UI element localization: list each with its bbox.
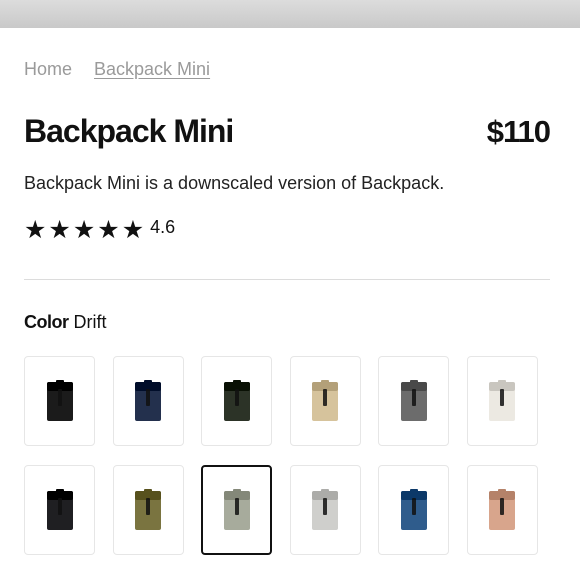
rating-value: 4.6	[150, 217, 176, 237]
star-icon: ★	[48, 216, 71, 244]
star-icon: ★	[97, 216, 120, 244]
color-swatch[interactable]	[289, 465, 361, 555]
color-swatch[interactable]	[112, 356, 184, 446]
title-row: Backpack Mini $110	[24, 113, 551, 150]
color-label: Color	[24, 312, 69, 332]
star-icon: ★	[72, 216, 96, 244]
backpack-icon	[135, 380, 162, 421]
color-swatch[interactable]	[466, 356, 538, 446]
color-swatch[interactable]	[289, 356, 361, 446]
product-title: Backpack Mini	[24, 113, 234, 149]
color-swatch[interactable]	[24, 356, 95, 446]
backpack-icon	[400, 489, 427, 530]
color-swatch[interactable]	[466, 465, 538, 555]
color-swatch[interactable]	[378, 356, 450, 446]
color-swatch[interactable]	[201, 356, 273, 446]
color-swatch-grid	[24, 356, 538, 555]
color-swatch[interactable]	[24, 465, 95, 555]
backpack-icon	[312, 380, 339, 421]
backpack-icon	[46, 489, 73, 530]
product-price: $110	[486, 113, 551, 149]
backpack-icon	[489, 489, 516, 530]
color-swatch[interactable]	[201, 465, 273, 555]
color-label-row: Color Drift	[24, 312, 107, 333]
backpack-icon	[489, 380, 516, 421]
breadcrumb: Home Backpack Mini	[24, 59, 210, 80]
star-icon: ★	[121, 216, 145, 244]
product-description: Backpack Mini is a downscaled version of…	[24, 173, 445, 193]
backpack-icon	[46, 380, 73, 421]
star-icon: ★	[24, 216, 47, 244]
backpack-icon	[223, 489, 250, 530]
breadcrumb-current[interactable]: Backpack Mini	[94, 59, 210, 80]
selected-color-name: Drift	[73, 312, 107, 332]
backpack-icon	[223, 380, 250, 421]
divider	[24, 279, 550, 280]
top-bar	[0, 0, 580, 28]
color-swatch[interactable]	[378, 465, 450, 555]
backpack-icon	[400, 380, 427, 421]
rating: ★ ★ ★ ★ ★ 4.6	[24, 216, 176, 244]
backpack-icon	[312, 489, 339, 530]
backpack-icon	[135, 489, 162, 530]
color-swatch[interactable]	[112, 465, 184, 555]
breadcrumb-home[interactable]: Home	[24, 59, 72, 80]
